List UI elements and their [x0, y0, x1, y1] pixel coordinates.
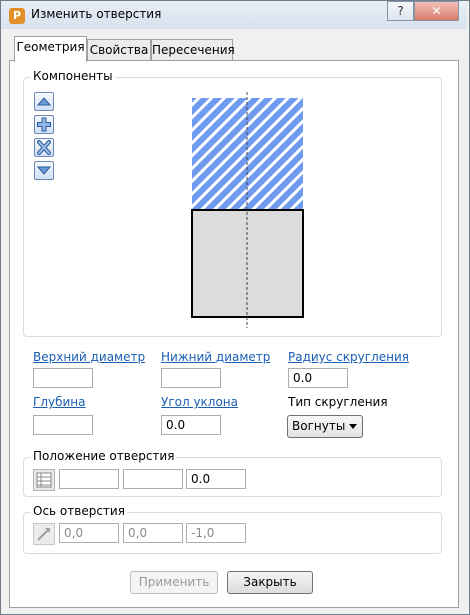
- tab-properties[interactable]: Свойства: [87, 39, 151, 60]
- apply-button[interactable]: Применить: [130, 571, 218, 594]
- hole-preview: [191, 92, 304, 328]
- draft-angle-label[interactable]: Угол уклона: [161, 395, 238, 409]
- fillet-type-dropdown[interactable]: Вогнутый: [287, 415, 363, 438]
- top-diameter-label[interactable]: Верхний диаметр: [33, 350, 145, 364]
- close-button[interactable]: Закрыть: [227, 571, 313, 594]
- top-diameter-input[interactable]: [33, 368, 93, 388]
- move-up-button[interactable]: [34, 92, 54, 111]
- app-icon: P: [9, 8, 25, 24]
- fillet-type-value: Вогнутый: [292, 419, 346, 433]
- fillet-type-label: Тип скругления: [288, 395, 388, 409]
- move-down-button[interactable]: [34, 161, 54, 180]
- remove-component-button[interactable]: [34, 138, 54, 157]
- fillet-radius-input[interactable]: 0.0: [288, 368, 348, 388]
- help-button[interactable]: ?: [387, 1, 414, 21]
- cross-icon: [37, 140, 51, 155]
- close-window-button[interactable]: ✕: [414, 1, 459, 21]
- triangle-down-icon: [36, 166, 52, 175]
- position-z-input[interactable]: 0.0: [186, 469, 246, 489]
- chevron-down-icon: [349, 424, 357, 429]
- window-title: Изменить отверстия: [31, 7, 162, 21]
- depth-label[interactable]: Глубина: [33, 395, 86, 409]
- table-list-icon: [36, 472, 52, 488]
- components-label: Компоненты: [31, 69, 115, 83]
- position-x-input[interactable]: [59, 469, 119, 489]
- tab-intersections[interactable]: Пересечения: [151, 39, 235, 60]
- axis-x-input[interactable]: 0,0: [59, 523, 119, 543]
- hole-position-label: Положение отверстия: [31, 449, 177, 463]
- bottom-diameter-input[interactable]: [161, 368, 221, 388]
- draft-angle-input[interactable]: 0.0: [161, 415, 221, 435]
- triangle-up-icon: [36, 97, 52, 106]
- depth-input[interactable]: [33, 415, 93, 435]
- hole-axis-label: Ось отверстия: [31, 504, 127, 518]
- fillet-radius-label[interactable]: Радиус скругления: [288, 350, 409, 364]
- axis-direction-button[interactable]: [33, 523, 55, 545]
- position-table-button[interactable]: [33, 469, 55, 491]
- axis-z-input[interactable]: -1,0: [186, 523, 246, 543]
- position-y-input[interactable]: [123, 469, 183, 489]
- add-component-button[interactable]: [34, 115, 54, 134]
- bottom-diameter-label[interactable]: Нижний диаметр: [161, 350, 270, 364]
- tab-geometry[interactable]: Геометрия: [14, 36, 87, 62]
- axis-y-input[interactable]: 0,0: [123, 523, 183, 543]
- axis-arrow-icon: [37, 528, 50, 541]
- plus-icon: [37, 117, 51, 132]
